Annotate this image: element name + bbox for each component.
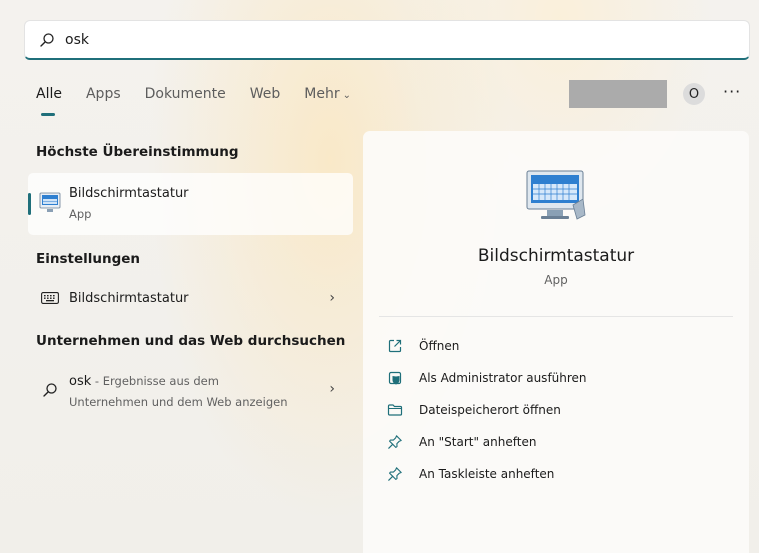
on-screen-keyboard-icon <box>39 192 61 212</box>
action-open[interactable]: Öffnen <box>387 334 459 358</box>
action-pin-to-taskbar[interactable]: An Taskleiste anheften <box>387 462 554 486</box>
best-match-type: App <box>69 207 92 221</box>
more-options-button[interactable]: ··· <box>723 82 741 101</box>
section-title-best-match: Höchste Übereinstimmung <box>36 144 239 160</box>
chevron-right-icon: › <box>329 381 335 397</box>
action-open-file-location[interactable]: Dateispeicherort öffnen <box>387 398 561 422</box>
search-icon <box>43 383 57 397</box>
search-box[interactable] <box>24 20 750 60</box>
section-title-settings: Einstellungen <box>36 251 141 267</box>
detail-panel: Bildschirmtastatur App Öffnen Als Admini… <box>363 131 749 553</box>
search-input[interactable] <box>65 31 665 48</box>
tab-web[interactable]: Web <box>250 86 281 112</box>
detail-app-type: App <box>544 273 568 287</box>
action-pin-to-start[interactable]: An "Start" anheften <box>387 430 536 454</box>
best-match-name: Bildschirmtastatur <box>69 186 189 201</box>
open-icon <box>388 339 402 353</box>
keyboard-icon <box>41 292 59 304</box>
shield-icon <box>388 371 402 385</box>
search-icon <box>40 32 54 47</box>
chevron-right-icon: › <box>329 290 335 306</box>
filter-tabs: Alle Apps Dokumente Web Mehr ⌄ <box>36 86 375 116</box>
web-result-line2: Unternehmen und dem Web anzeigen <box>69 395 288 409</box>
tab-dokumente[interactable]: Dokumente <box>145 86 226 112</box>
on-screen-keyboard-icon <box>526 170 586 220</box>
web-result-line1: osk - Ergebnisse aus dem <box>69 374 219 389</box>
selection-marker <box>28 193 31 215</box>
web-search-result[interactable]: osk - Ergebnisse aus dem Unternehmen und… <box>28 370 353 414</box>
pin-icon <box>388 467 402 481</box>
divider <box>379 316 733 317</box>
pin-icon <box>388 435 402 449</box>
settings-result-label: Bildschirmtastatur <box>69 291 189 306</box>
avatar[interactable]: O <box>683 83 705 105</box>
detail-app-name: Bildschirmtastatur <box>477 246 635 266</box>
chevron-down-icon: ⌄ <box>342 90 352 101</box>
section-title-web: Unternehmen und das Web durchsuchen <box>36 333 346 349</box>
action-run-as-admin[interactable]: Als Administrator ausführen <box>387 366 587 390</box>
best-match-result[interactable]: Bildschirmtastatur App <box>28 173 353 235</box>
account-name-redacted[interactable] <box>569 80 667 108</box>
tab-mehr[interactable]: Mehr ⌄ <box>304 86 351 112</box>
folder-icon <box>387 404 403 416</box>
tab-alle[interactable]: Alle <box>36 86 62 116</box>
settings-result[interactable]: Bildschirmtastatur › <box>28 282 353 316</box>
tab-apps[interactable]: Apps <box>86 86 121 112</box>
